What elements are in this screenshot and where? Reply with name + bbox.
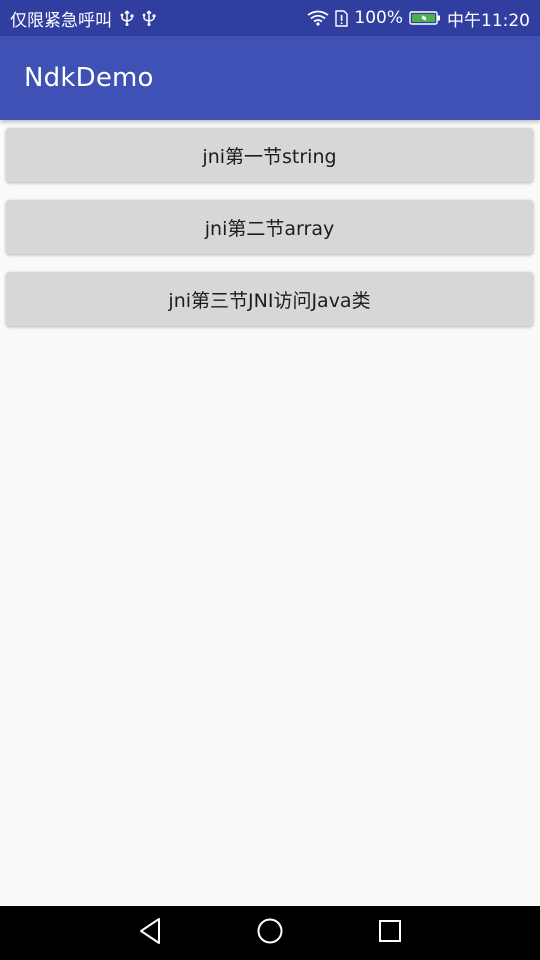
status-left: 仅限紧急呼叫	[10, 6, 156, 31]
jni-array-button[interactable]: jni第二节array	[6, 200, 533, 254]
clock: 中午11:20	[447, 10, 530, 31]
back-icon	[137, 917, 163, 949]
usb-icon	[120, 10, 134, 26]
recent-apps-button[interactable]	[350, 906, 430, 960]
jni-java-class-button[interactable]: jni第三节JNI访问Java类	[6, 272, 533, 326]
wifi-icon	[307, 10, 329, 26]
battery-percent: 100%	[354, 8, 403, 28]
home-icon	[256, 917, 284, 949]
battery-icon	[409, 10, 441, 26]
navigation-bar	[0, 906, 540, 960]
recent-apps-icon	[377, 918, 403, 948]
sim-icon	[335, 9, 349, 27]
status-bar: 仅限紧急呼叫 100% 中午11:20	[0, 0, 540, 36]
status-right: 100% 中午11:20	[307, 6, 530, 31]
jni-string-button[interactable]: jni第一节string	[6, 128, 533, 182]
usb-icon	[142, 10, 156, 26]
back-button[interactable]	[110, 906, 190, 960]
app-title: NdkDemo	[24, 63, 154, 93]
app-bar: NdkDemo	[0, 36, 540, 120]
carrier-text: 仅限紧急呼叫	[10, 10, 112, 31]
home-button[interactable]	[230, 906, 310, 960]
